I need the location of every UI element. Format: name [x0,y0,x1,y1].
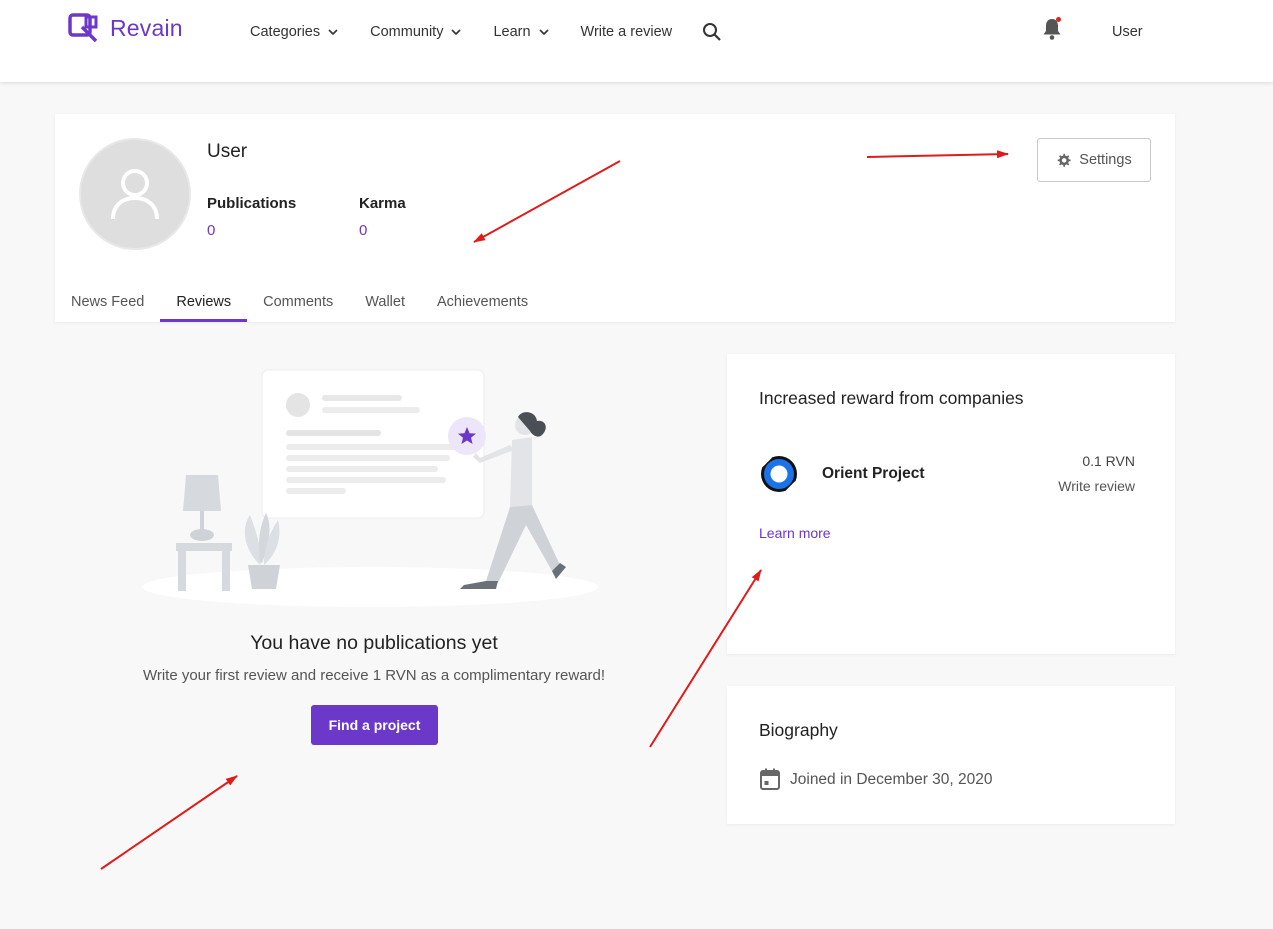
nav-learn-label: Learn [493,24,531,40]
biography-title: Biography [759,720,838,740]
nav-learn[interactable]: Learn [493,24,550,40]
chevron-down-icon [538,29,549,36]
nav-categories[interactable]: Categories [250,24,340,40]
profile-name: User [207,141,248,162]
avatar [79,138,191,250]
karma-label: Karma [359,195,406,212]
revain-logo[interactable]: Revain [68,13,183,43]
orient-project-logo-icon[interactable] [759,454,799,494]
revain-logo-icon [68,13,98,43]
tab-achievements[interactable]: Achievements [421,284,544,322]
notification-dot [1056,17,1061,22]
empty-state-illustration [142,369,598,607]
reward-card-title: Increased reward from companies [759,388,1024,408]
joined-date: Joined in December 30, 2020 [790,771,993,788]
nav-write-review-label: Write a review [580,24,673,40]
publications-label: Publications [207,195,297,212]
nav-write-review[interactable]: Write a review [581,24,673,40]
publications-stat: Publications 0 [207,195,296,239]
tab-reviews[interactable]: Reviews [160,284,248,322]
calendar-icon [760,768,780,790]
publications-count[interactable]: 0 [207,222,296,239]
profile-card: User Publications 0 Karma 0 Settings New… [55,114,1175,322]
top-navigation-bar: Revain Categories Community Learn Write … [0,0,1273,82]
user-avatar-icon [111,169,159,220]
tab-news-feed[interactable]: News Feed [55,284,160,322]
nav-community[interactable]: Community [370,24,463,40]
main-nav: Categories Community Learn Write a revie… [250,22,722,42]
nav-community-label: Community [370,24,444,40]
settings-label: Settings [1079,152,1132,168]
annotation-arrow [100,775,238,870]
settings-button[interactable]: Settings [1037,138,1151,182]
nav-categories-label: Categories [250,24,321,40]
chevron-down-icon [328,29,338,36]
karma-count[interactable]: 0 [359,222,406,239]
tab-comments[interactable]: Comments [247,284,349,322]
reward-card: Increased reward from companies Orient P… [727,354,1175,654]
tab-wallet[interactable]: Wallet [349,284,421,322]
find-project-button[interactable]: Find a project [311,705,438,745]
search-icon[interactable] [702,22,722,42]
learn-more-link[interactable]: Learn more [759,525,831,541]
empty-state-text: Write your first review and receive 1 RV… [142,667,606,684]
reward-amount: 0.1 RVN [1082,453,1135,469]
user-menu[interactable]: User [1112,24,1143,40]
brand-name: Revain [110,14,183,41]
profile-tabs: News Feed Reviews Comments Wallet Achiev… [55,284,544,322]
gear-icon [1057,153,1071,167]
karma-stat: Karma 0 [359,195,406,239]
biography-card: Biography Joined in December 30, 2020 [727,686,1175,824]
write-review-link[interactable]: Write review [1058,478,1135,494]
chevron-down-icon [451,29,462,36]
company-name[interactable]: Orient Project [822,465,925,483]
empty-state-title: You have no publications yet [250,632,498,654]
